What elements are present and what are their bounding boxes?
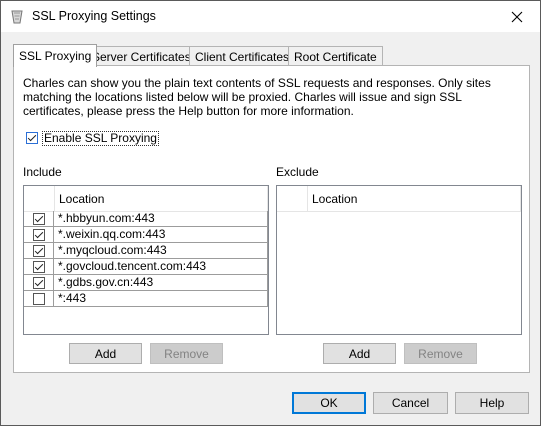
include-row[interactable]: *.govcloud.tencent.com:443 (24, 259, 268, 275)
close-icon (511, 11, 523, 22)
include-row-location: *.myqcloud.com:443 (58, 243, 167, 257)
include-row-checkbox[interactable] (32, 228, 45, 241)
include-row-checkbox[interactable] (32, 292, 45, 305)
tab-root-certificate[interactable]: Root Certificate (288, 46, 383, 66)
include-add-button[interactable]: Add (69, 343, 142, 364)
include-row[interactable]: *.gdbs.gov.cn:443 (24, 275, 268, 291)
include-location-column-header[interactable]: Location (59, 192, 104, 206)
ok-button[interactable]: OK (292, 392, 366, 414)
help-button[interactable]: Help (455, 392, 529, 414)
include-row-location: *.gdbs.gov.cn:443 (58, 275, 154, 289)
include-remove-button[interactable]: Remove (150, 343, 223, 364)
include-row-location: *.govcloud.tencent.com:443 (58, 259, 207, 273)
tab-server-certificates[interactable]: Server Certificates (86, 46, 197, 66)
include-row-checkbox[interactable] (32, 276, 45, 289)
enable-ssl-proxying-label[interactable]: Enable SSL Proxying (42, 130, 159, 146)
include-row[interactable]: *.weixin.qq.com:443 (24, 227, 268, 243)
ssl-proxying-settings-window: SSL Proxying Settings SSL Proxying Serve… (0, 0, 541, 426)
include-row[interactable]: *.hbbyun.com:443 (24, 211, 268, 227)
include-row-checkbox[interactable] (32, 244, 45, 257)
exclude-add-button[interactable]: Add (323, 343, 396, 364)
include-row-location: *.hbbyun.com:443 (58, 211, 155, 225)
include-row-checkbox[interactable] (32, 260, 45, 273)
include-row-location: *:443 (58, 291, 87, 305)
tab-ssl-proxying[interactable]: SSL Proxying (13, 44, 98, 67)
window-title: SSL Proxying Settings (32, 9, 156, 23)
exclude-label: Exclude (276, 165, 319, 179)
include-row-checkbox[interactable] (32, 212, 45, 225)
tab-client-certificates[interactable]: Client Certificates (189, 46, 296, 66)
include-row[interactable]: *.myqcloud.com:443 (24, 243, 268, 259)
cancel-button[interactable]: Cancel (373, 392, 448, 414)
close-button[interactable] (494, 1, 540, 32)
enable-ssl-proxying-checkmark[interactable] (26, 132, 38, 144)
description-text: Charles can show you the plain text cont… (23, 76, 491, 118)
exclude-remove-button[interactable]: Remove (404, 343, 477, 364)
enable-ssl-proxying-checkbox[interactable]: Enable SSL Proxying (26, 130, 159, 146)
exclude-list-header: Location (277, 186, 521, 212)
include-row[interactable]: *:443 (24, 291, 268, 307)
ssl-proxying-panel: Charles can show you the plain text cont… (13, 65, 530, 373)
exclude-list[interactable]: Location (276, 185, 522, 335)
charles-app-icon (10, 9, 24, 25)
exclude-location-column-header[interactable]: Location (312, 192, 357, 206)
include-list[interactable]: Location *.hbbyun.com:443 *.weixin.qq.co… (23, 185, 269, 335)
include-label: Include (23, 165, 62, 179)
include-list-header: Location (24, 186, 268, 212)
title-bar[interactable]: SSL Proxying Settings (1, 1, 540, 32)
include-row-location: *.weixin.qq.com:443 (58, 227, 166, 241)
